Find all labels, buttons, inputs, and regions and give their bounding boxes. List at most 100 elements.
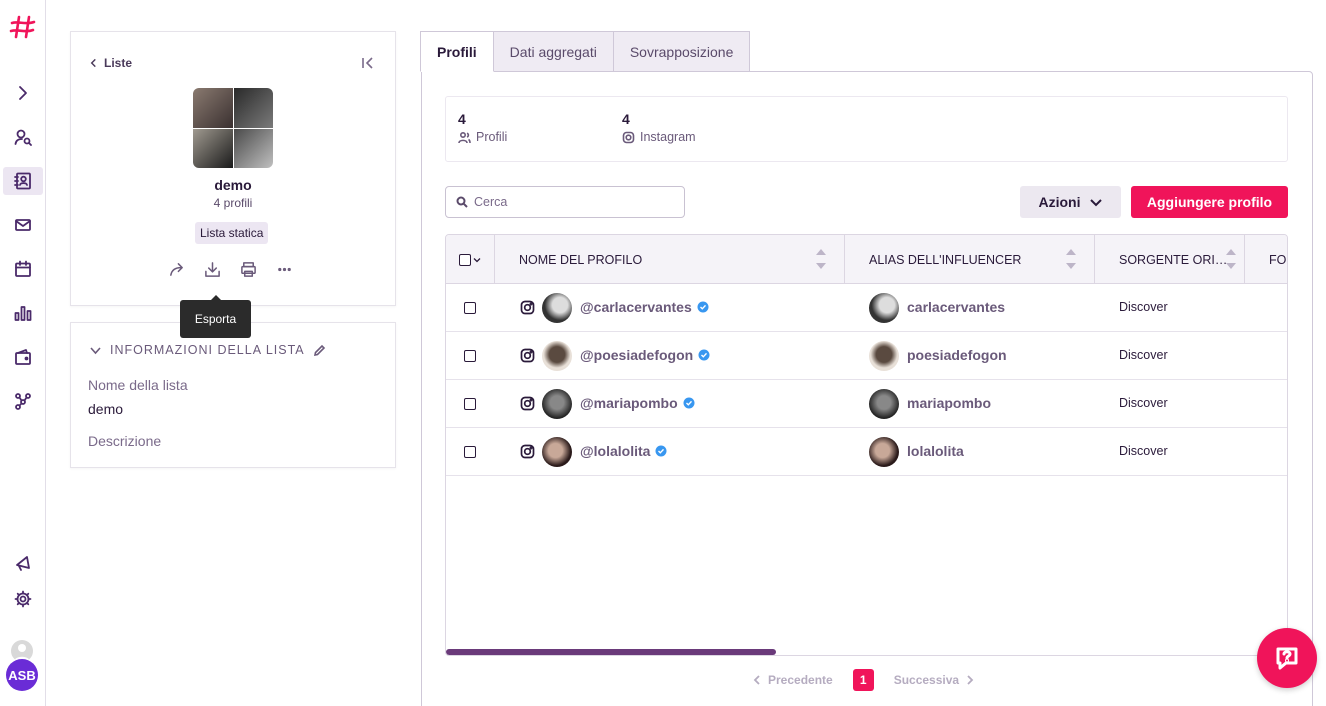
table-row[interactable]: @carlacervantes carlacervantes Discover [446,284,1287,332]
list-info-card: INFORMAZIONI DELLA LISTA Nome della list… [70,322,396,468]
profile-avatar [542,389,572,419]
sidebar: ASB [0,0,46,706]
sort-icon[interactable] [1226,249,1236,269]
export-tooltip: Esporta [180,295,251,338]
table-row[interactable]: @lolalolita lolalolita Discover [446,428,1287,476]
tab-dati-aggregati[interactable]: Dati aggregati [492,31,614,72]
logo-icon[interactable] [8,12,38,42]
row-checkbox[interactable] [464,302,476,314]
table-header: NOME DEL PROFILO ALIAS DELL'INFLUENCER S… [446,235,1287,284]
select-all-checkbox[interactable] [459,253,471,266]
verified-icon [683,397,695,409]
influencer-alias[interactable]: mariapombo [907,395,991,411]
influencer-avatar [869,437,899,467]
user-search-icon[interactable] [0,123,46,151]
list-name: demo [214,177,252,193]
row-checkbox[interactable] [464,398,476,410]
sort-icon[interactable] [1066,249,1076,269]
tab-sovrapposizione[interactable]: Sovrapposizione [612,31,751,72]
chevron-left-icon [753,675,760,685]
profile-avatar [542,437,572,467]
more-options-icon[interactable] [275,260,293,278]
profile-handle[interactable]: @poesiadefogon [580,347,710,363]
column-header-source[interactable]: SORGENTE ORI… [1095,235,1245,284]
list-name-label: Nome della lista [88,377,188,393]
verified-icon [698,349,710,361]
expand-icon[interactable] [0,79,46,107]
list-info-header[interactable]: INFORMAZIONI DELLA LISTA [89,343,326,357]
list-actions [167,260,293,278]
user-avatar[interactable]: ASB [6,659,38,691]
column-label: SORGENTE ORI… [1119,252,1228,267]
pagination: Precedente 1 Successiva [752,669,975,691]
instagram-icon [520,444,535,459]
profile-handle[interactable]: @lolalolita [580,443,667,459]
source-cell: Discover [1119,300,1168,314]
network-icon[interactable] [0,387,46,415]
actions-button[interactable]: Azioni [1020,186,1121,218]
chart-icon[interactable] [0,299,46,327]
page-number-button[interactable]: 1 [852,669,874,691]
collapse-panel-icon[interactable] [361,56,375,75]
source-cell: Discover [1119,348,1168,362]
column-header-alias[interactable]: ALIAS DELL'INFLUENCER [845,235,1095,284]
search-input[interactable] [474,195,674,209]
chat-help-icon [1276,647,1298,670]
influencer-alias[interactable]: lolalolita [907,443,964,459]
back-to-lists-link[interactable]: Liste [89,56,132,70]
profile-handle[interactable]: @carlacervantes [580,299,709,315]
edit-icon[interactable] [313,344,326,357]
profile-handle[interactable]: @mariapombo [580,395,695,411]
next-label: Successiva [893,673,960,687]
row-checkbox[interactable] [464,446,476,458]
column-header-truncated[interactable]: FO [1245,235,1287,284]
mail-icon[interactable] [0,211,46,239]
column-label: FO [1269,252,1287,267]
list-cover-collage [193,88,273,168]
help-chat-button[interactable] [1257,628,1317,688]
search-field[interactable] [445,186,685,218]
list-summary-card: Liste demo 4 profili Lista statica [70,31,396,306]
influencer-alias[interactable]: poesiadefogon [907,347,1007,363]
chevron-down-icon[interactable] [473,256,481,264]
contacts-icon[interactable] [3,167,43,195]
influencer-alias[interactable]: carlacervantes [907,299,1005,315]
select-all-header[interactable] [446,235,495,284]
calendar-icon[interactable] [0,255,46,283]
share-icon[interactable] [167,260,185,278]
megaphone-icon[interactable] [0,549,46,577]
download-icon[interactable] [203,260,221,278]
users-icon [458,131,471,143]
print-icon[interactable] [239,260,257,278]
actions-label: Azioni [1038,194,1081,210]
row-checkbox[interactable] [464,350,476,362]
add-profile-button[interactable]: Aggiungere profilo [1131,186,1288,218]
handle-text: @mariapombo [580,395,678,411]
stats-box: 4 Profili 4 Instagram [445,96,1288,162]
tab-bar: Profili Dati aggregati Sovrapposizione [420,31,751,72]
influencer-avatar [869,389,899,419]
instagram-icon [520,396,535,411]
handle-text: @poesiadefogon [580,347,694,363]
instagram-label: Instagram [640,130,696,144]
list-info-title: INFORMAZIONI DELLA LISTA [110,343,305,357]
next-page-button[interactable]: Successiva [894,673,975,687]
previous-page-button[interactable]: Precedente [752,673,833,687]
handle-text: @carlacervantes [580,299,692,315]
column-label: NOME DEL PROFILO [519,252,643,267]
tab-profili[interactable]: Profili [420,31,494,72]
horizontal-scrollbar[interactable] [446,649,776,655]
column-header-profile-name[interactable]: NOME DEL PROFILO [495,235,845,284]
influencer-avatar [869,341,899,371]
profile-avatar [542,341,572,371]
chevron-right-icon [967,675,974,685]
instagram-icon [520,300,535,315]
verified-icon [655,445,667,457]
profile-avatar [542,293,572,323]
sort-icon[interactable] [816,249,826,269]
table-row[interactable]: @poesiadefogon poesiadefogon Discover [446,332,1287,380]
wallet-icon[interactable] [0,343,46,371]
gear-icon[interactable] [0,585,46,613]
table-row[interactable]: @mariapombo mariapombo Discover [446,380,1287,428]
stat-profiles: 4 Profili [458,111,507,144]
